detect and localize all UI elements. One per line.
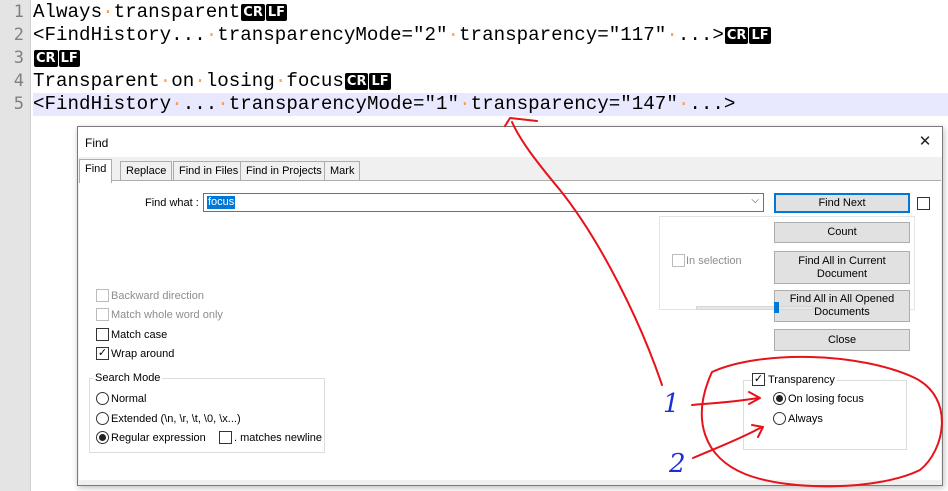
on-losing-focus-label: On losing focus (788, 393, 864, 405)
editor-line[interactable]: Always·transparent CR LF (33, 1, 288, 24)
transparency-label: Transparency (766, 374, 837, 386)
backward-direction-label: Backward direction (111, 290, 204, 302)
match-whole-word-label: Match whole word only (111, 309, 223, 321)
code-token: <FindHistory... (33, 24, 206, 46)
line-number: 4 (13, 71, 24, 91)
code-token: transparency="117" (459, 24, 667, 46)
tab-find-in-projects[interactable]: Find in Projects (240, 161, 328, 181)
whitespace-dot: · (102, 1, 114, 23)
dialog-titlebar[interactable]: Find ✕ (78, 127, 942, 157)
code-token: focus (286, 70, 344, 92)
match-whole-word-checkbox[interactable] (96, 308, 109, 321)
eol-lf-marker: LF (749, 27, 771, 44)
find-what-value[interactable]: focus (207, 196, 236, 209)
editor-line[interactable]: Transparent·on·losing·focus CR LF (33, 70, 391, 93)
whitespace-dot: · (459, 93, 471, 115)
eol-lf-marker: LF (265, 4, 288, 21)
normal-radio[interactable] (96, 392, 109, 405)
stay-open-checkbox[interactable] (917, 197, 930, 210)
wrap-around-checkbox[interactable]: ✓ (96, 347, 109, 360)
eol-cr-marker: CR (34, 50, 58, 67)
close-icon[interactable]: ✕ (914, 131, 936, 153)
code-token: Always (33, 1, 103, 23)
line-number: 3 (13, 48, 24, 68)
backward-direction-checkbox[interactable] (96, 289, 109, 302)
line-number: 5 (13, 94, 24, 114)
whitespace-dot: · (171, 93, 183, 115)
line-number: 2 (13, 25, 24, 45)
eol-lf-marker: LF (58, 50, 80, 67)
whitespace-dot: · (677, 93, 690, 115)
tab-mark[interactable]: Mark (324, 161, 361, 181)
transparency-slider-thumb[interactable] (774, 302, 779, 313)
editor-line[interactable]: CR LF (33, 47, 80, 70)
in-selection-label: In selection (686, 255, 742, 267)
transparency-checkbox[interactable]: ✓ (752, 373, 765, 386)
whitespace-dot: · (194, 70, 206, 92)
whitespace-dot: · (666, 24, 678, 46)
extended-label: Extended (\n, \r, \t, \0, \x...) (111, 413, 241, 425)
always-radio[interactable] (773, 412, 786, 425)
code-token: transparent (113, 1, 241, 23)
transparency-slider-track[interactable] (696, 306, 814, 310)
whitespace-dot: · (447, 24, 460, 46)
normal-label: Normal (111, 393, 147, 405)
code-token: <FindHistory (33, 93, 172, 115)
whitespace-dot: · (217, 93, 229, 115)
eol-cr-marker: CR (344, 73, 369, 90)
code-token: losing (205, 70, 275, 92)
find-what-input[interactable]: focus ⌵ (203, 193, 764, 212)
whitespace-dot: · (205, 24, 218, 46)
find-panel: Find what : focus ⌵ Find Next In selecti… (79, 180, 941, 480)
regular-expression-label: Regular expression (111, 432, 206, 444)
editor-line[interactable]: <FindHistory...·transparencyMode="2"·tra… (33, 24, 771, 47)
code-token: Transparent (33, 70, 160, 92)
eol-lf-marker: LF (369, 73, 391, 90)
match-case-label: Match case (111, 329, 168, 341)
code-token: transparencyMode="1" (228, 93, 460, 115)
extended-radio[interactable] (96, 412, 109, 425)
in-selection-checkbox[interactable] (672, 254, 685, 267)
search-mode-title: Search Mode (93, 372, 163, 384)
code-token: transparency="147" (470, 93, 678, 115)
whitespace-dot: · (274, 70, 287, 92)
line-number-gutter: 1 2 3 4 5 (0, 0, 31, 491)
find-what-label: Find what : (145, 197, 199, 209)
close-button[interactable]: Close (774, 329, 910, 351)
line-number: 1 (13, 2, 24, 22)
on-losing-focus-radio[interactable] (773, 392, 786, 405)
find-all-current-document-button[interactable]: Find All in Current Document (774, 251, 910, 284)
whitespace-dot: · (159, 70, 172, 92)
always-label: Always (788, 413, 823, 425)
code-token: ...> (677, 24, 724, 46)
regular-expression-radio[interactable] (96, 431, 109, 444)
wrap-around-label: Wrap around (111, 348, 175, 360)
editor-line-current[interactable]: <FindHistory·...·transparencyMode="1"·tr… (33, 93, 948, 116)
matches-newline-label: . matches newline (234, 432, 323, 444)
find-next-button[interactable]: Find Next (774, 193, 910, 213)
code-token: ...> (689, 93, 736, 115)
eol-cr-marker: CR (724, 27, 749, 44)
code-token: ... (182, 93, 218, 115)
tab-replace[interactable]: Replace (120, 161, 173, 181)
tab-find-in-files[interactable]: Find in Files (173, 161, 245, 181)
eol-cr-marker: CR (241, 4, 265, 21)
annotation-arrowhead-top (504, 117, 538, 127)
tab-find[interactable]: Find (79, 159, 113, 183)
dialog-title: Find (85, 136, 109, 150)
match-case-checkbox[interactable] (96, 328, 109, 341)
count-button[interactable]: Count (774, 222, 910, 243)
transparency-group (743, 380, 907, 450)
chevron-down-icon[interactable]: ⌵ (751, 195, 759, 206)
code-token: on (171, 70, 195, 92)
matches-newline-checkbox[interactable] (219, 431, 232, 444)
code-token: transparencyMode="2" (217, 24, 448, 46)
dialog-status-strip (79, 481, 941, 485)
